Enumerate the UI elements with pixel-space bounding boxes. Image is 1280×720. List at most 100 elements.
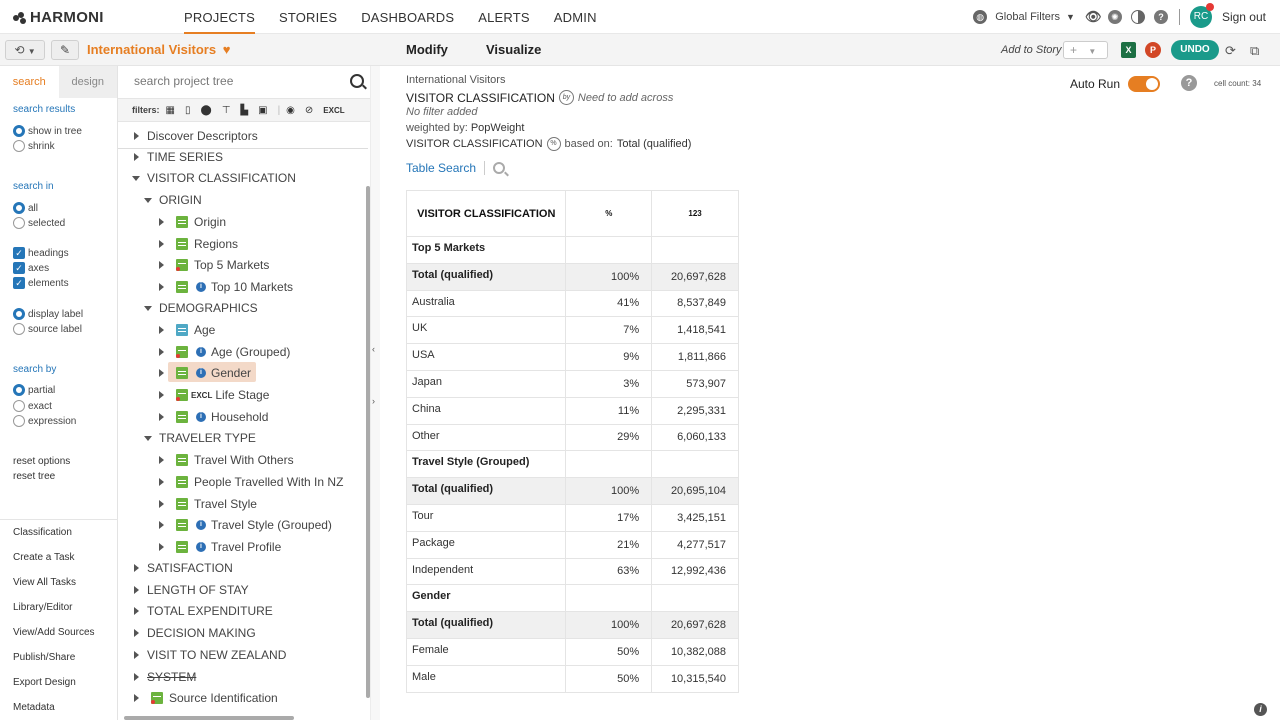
tree-item-origin-group[interactable]: ORIGIN	[144, 193, 202, 207]
history-button[interactable]: ⟲ ▼	[5, 40, 45, 60]
tree-item-travel-with-others[interactable]: Travel With Others	[159, 453, 294, 467]
hierarchy-icon[interactable]: ⊤	[222, 105, 231, 116]
info-icon[interactable]: i	[1254, 703, 1267, 716]
tree-item-travel-style[interactable]: Travel Style	[159, 497, 257, 511]
row-label[interactable]: USA	[405, 343, 567, 371]
classification-link[interactable]: Classification	[13, 527, 72, 538]
tree-item-time-series[interactable]: TIME SERIES	[134, 150, 223, 164]
tree-item-top5-markets[interactable]: Top 5 Markets	[159, 258, 269, 272]
create-task-link[interactable]: Create a Task	[13, 552, 75, 563]
row-label[interactable]: UK	[405, 316, 567, 345]
column-header-variable[interactable]: VISITOR CLASSIFICATION	[405, 190, 567, 237]
all-radio[interactable]: all	[13, 202, 38, 214]
view-all-tasks-link[interactable]: View All Tasks	[13, 577, 76, 588]
row-label[interactable]: Total (qualified)	[405, 611, 567, 639]
visualize-tab[interactable]: Visualize	[486, 42, 541, 57]
refresh-icon[interactable]: ⟳	[1225, 43, 1236, 59]
contrast-icon[interactable]	[1130, 10, 1145, 24]
row-label[interactable]: China	[405, 396, 567, 425]
undo-button[interactable]: UNDO	[1171, 40, 1219, 60]
eye-icon[interactable]: ◉	[286, 105, 295, 116]
tree-item-visit-nz[interactable]: VISIT TO NEW ZEALAND	[134, 648, 286, 662]
row-label[interactable]: Total (qualified)	[405, 477, 567, 505]
folder-icon[interactable]: ▙	[240, 105, 248, 116]
eye-slash-icon[interactable]: ⊘	[305, 105, 313, 116]
tree-item-system[interactable]: SYSTEM	[134, 670, 196, 684]
global-filters-button[interactable]: ◍ Global Filters ▼	[973, 10, 1075, 24]
nav-stories[interactable]: STORIES	[279, 0, 337, 34]
tree-item-satisfaction[interactable]: SATISFACTION	[134, 561, 233, 575]
tab-search[interactable]: search	[0, 66, 59, 98]
avatar[interactable]: RC	[1189, 3, 1214, 28]
tree-item-people-travelled[interactable]: People Travelled With In NZ	[159, 475, 343, 489]
row-label[interactable]: Independent	[405, 557, 567, 586]
export-design-link[interactable]: Export Design	[13, 677, 76, 688]
tree-item-gender[interactable]: i Gender	[159, 366, 251, 380]
search-icon[interactable]	[350, 74, 364, 88]
shrink-radio[interactable]: shrink	[13, 140, 55, 152]
column-icon[interactable]: ▯	[185, 105, 191, 116]
exclude-filter[interactable]: EXCL	[323, 106, 344, 115]
elements-checkbox[interactable]: ✓ elements	[13, 277, 69, 289]
exact-radio[interactable]: exact	[13, 400, 52, 412]
row-label[interactable]: Other	[405, 423, 567, 452]
row-label[interactable]: Japan	[405, 369, 567, 398]
tree-item-visitor-classification[interactable]: VISITOR CLASSIFICATION	[132, 171, 296, 185]
headings-checkbox[interactable]: ✓ headings	[13, 247, 69, 259]
discover-descriptors[interactable]: Discover Descriptors	[134, 129, 258, 143]
axes-checkbox[interactable]: ✓ axes	[13, 262, 49, 274]
window-icon[interactable]: ⧉	[1250, 43, 1259, 59]
chevron-right-icon[interactable]: ›	[372, 396, 375, 406]
tree-horizontal-scrollbar[interactable]	[124, 716, 294, 720]
row-label[interactable]: Gender	[405, 584, 567, 613]
row-label[interactable]: Total (qualified)	[405, 262, 567, 291]
tree-item-decision-making[interactable]: DECISION MAKING	[134, 626, 256, 640]
tree-item-demographics[interactable]: DEMOGRAPHICS	[144, 301, 258, 315]
nav-alerts[interactable]: ALERTS	[478, 0, 530, 34]
column-header-percent[interactable]: %	[565, 190, 653, 237]
tree-item-age[interactable]: Age	[159, 323, 215, 337]
publish-share-link[interactable]: Publish/Share	[13, 652, 75, 663]
percent-icon[interactable]: %	[546, 137, 561, 151]
grid-icon[interactable]: ▦	[166, 105, 175, 116]
nav-dashboards[interactable]: DASHBOARDS	[361, 0, 454, 34]
row-label[interactable]: Female	[405, 637, 567, 666]
selected-radio[interactable]: selected	[13, 217, 65, 229]
reset-options-link[interactable]: reset options	[13, 456, 70, 467]
column-header-count[interactable]: 123	[651, 190, 739, 237]
row-label[interactable]: Package	[405, 530, 567, 559]
search-icon[interactable]	[493, 162, 506, 174]
nav-projects[interactable]: PROJECTS	[184, 0, 255, 34]
nav-admin[interactable]: ADMIN	[554, 0, 597, 34]
tree-item-total-expenditure[interactable]: TOTAL EXPENDITURE	[134, 604, 273, 618]
partial-radio[interactable]: partial	[13, 384, 55, 396]
library-editor-link[interactable]: Library/Editor	[13, 602, 72, 613]
tree-item-life-stage[interactable]: EXCL Life Stage	[159, 388, 269, 402]
tree-search-input[interactable]: search project tree	[134, 74, 366, 94]
heart-icon[interactable]: ♥	[223, 42, 231, 57]
tree-item-length-of-stay[interactable]: LENGTH OF STAY	[134, 583, 249, 597]
add-to-story-button[interactable]: + ▼	[1063, 41, 1108, 59]
display-label-radio[interactable]: display label	[13, 308, 83, 320]
view-add-sources-link[interactable]: View/Add Sources	[13, 627, 95, 638]
help-icon[interactable]: ?	[1153, 10, 1168, 24]
help-icon[interactable]: ?	[1181, 75, 1197, 91]
row-label[interactable]: Male	[405, 664, 567, 693]
chevron-left-icon[interactable]: ‹	[372, 344, 375, 354]
excel-export-icon[interactable]: X	[1121, 42, 1136, 58]
eye-icon[interactable]: 👁	[1084, 10, 1101, 24]
row-label[interactable]: Australia	[405, 289, 567, 318]
table-search-link[interactable]: Table Search	[406, 161, 476, 175]
tree-item-origin[interactable]: Origin	[159, 215, 226, 229]
export-icon[interactable]: ▣	[258, 105, 267, 116]
sign-out-link[interactable]: Sign out	[1222, 10, 1266, 24]
tree-item-traveler-type[interactable]: TRAVELER TYPE	[144, 431, 256, 445]
tree-item-age-grouped[interactable]: i Age (Grouped)	[159, 345, 290, 359]
source-label-radio[interactable]: source label	[13, 323, 82, 335]
tree-item-regions[interactable]: Regions	[159, 237, 238, 251]
modify-tab[interactable]: Modify	[406, 42, 448, 57]
tree-item-top10-markets[interactable]: i Top 10 Markets	[159, 280, 293, 294]
powerpoint-export-icon[interactable]: P	[1145, 42, 1161, 58]
edit-project-button[interactable]: ✎	[51, 40, 79, 60]
row-label[interactable]: Tour	[405, 503, 567, 532]
